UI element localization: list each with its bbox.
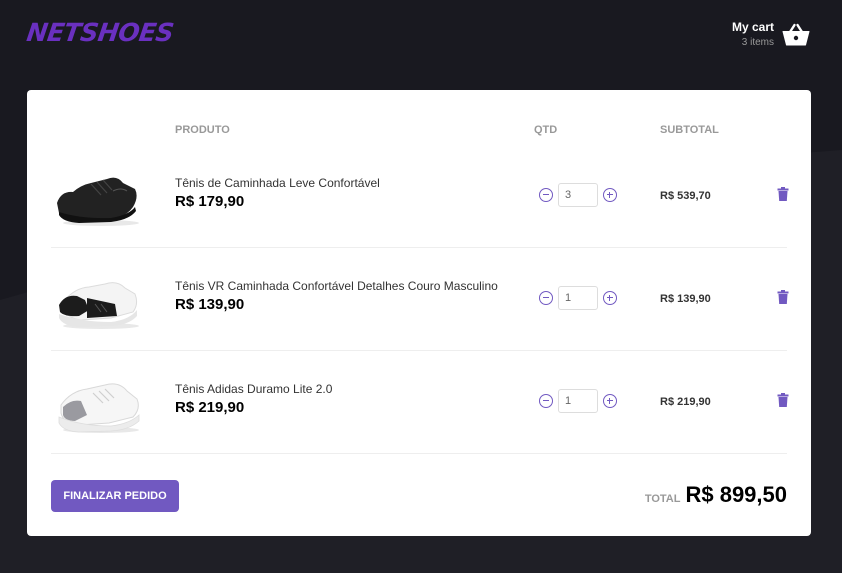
total-value: R$ 899,50 — [685, 482, 787, 507]
product-image — [57, 177, 139, 226]
quantity-input[interactable] — [558, 389, 598, 413]
basket-icon — [782, 23, 810, 46]
total-label: TOTAL — [644, 493, 681, 505]
product-price: R$ 179,90 — [175, 193, 245, 210]
product-image — [59, 282, 139, 329]
quantity-input[interactable] — [558, 286, 598, 310]
item-subtotal: R$ 219,90 — [660, 396, 711, 408]
decrement-button[interactable] — [539, 188, 553, 202]
quantity-stepper — [539, 286, 617, 310]
netshoes-logo[interactable]: NETSHOES — [25, 18, 175, 47]
increment-button[interactable] — [603, 291, 617, 305]
cart-item-row: Tênis VR Caminhada Confortável Detalhes … — [51, 248, 789, 351]
quantity-stepper — [539, 183, 617, 207]
cart-container: PRODUTO QTD SUBTOTAL Tênis de Caminhada … — [27, 90, 811, 536]
cart-total: TOTAL R$ 899,50 — [645, 482, 787, 508]
product-title: Tênis Adidas Duramo Lite 2.0 — [175, 382, 333, 396]
finish-order-button[interactable]: FINALIZAR PEDIDO — [51, 480, 179, 512]
trash-icon[interactable] — [777, 290, 789, 304]
item-subtotal: R$ 139,90 — [660, 293, 711, 305]
increment-button[interactable] — [603, 188, 617, 202]
product-price: R$ 219,90 — [175, 399, 245, 416]
product-image — [58, 383, 140, 433]
increment-button[interactable] — [603, 394, 617, 408]
column-header-qty: QTD — [534, 124, 558, 136]
trash-icon[interactable] — [777, 393, 789, 407]
cart-item-row: Tênis de Caminhada Leve Confortável R$ 1… — [51, 145, 789, 248]
header: NETSHOES My cart 3 items — [0, 0, 842, 90]
product-title: Tênis de Caminhada Leve Confortável — [175, 176, 380, 190]
quantity-stepper — [539, 389, 617, 413]
cart-count: 3 items — [741, 37, 774, 48]
column-header-subtotal: SUBTOTAL — [660, 124, 719, 136]
product-price: R$ 139,90 — [175, 296, 245, 313]
cart-title: My cart — [731, 20, 774, 34]
quantity-input[interactable] — [558, 183, 598, 207]
product-title: Tênis VR Caminhada Confortável Detalhes … — [175, 279, 498, 293]
cart-item-row: Tênis Adidas Duramo Lite 2.0 R$ 219,90 R… — [51, 351, 789, 454]
cart-link[interactable]: My cart 3 items — [732, 20, 810, 48]
decrement-button[interactable] — [539, 291, 553, 305]
column-header-product: PRODUTO — [175, 124, 230, 136]
decrement-button[interactable] — [539, 394, 553, 408]
cart-info: My cart 3 items — [732, 20, 774, 48]
trash-icon[interactable] — [777, 187, 789, 201]
item-subtotal: R$ 539,70 — [660, 190, 711, 202]
cart-footer: FINALIZAR PEDIDO TOTAL R$ 899,50 — [51, 480, 787, 514]
